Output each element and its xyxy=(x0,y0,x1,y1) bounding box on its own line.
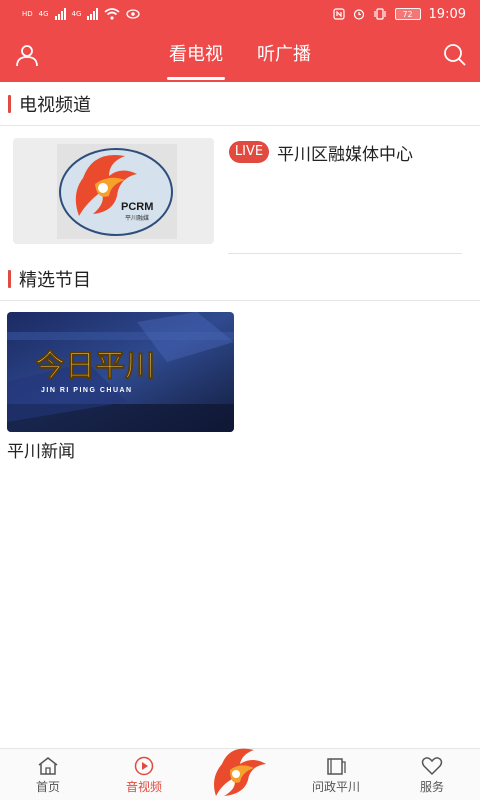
tab-watch-tv[interactable]: 看电视 xyxy=(167,28,225,82)
wifi-icon xyxy=(104,8,120,20)
search-button[interactable] xyxy=(442,42,468,68)
nav-home[interactable]: 首页 xyxy=(8,749,88,800)
nav-audio-video[interactable]: 音视频 xyxy=(104,749,184,800)
nav-ask-government[interactable]: 问政平川 xyxy=(296,749,376,800)
nav-label: 服务 xyxy=(419,780,444,794)
status-right: 72 19:09 xyxy=(332,6,466,22)
section-tv-channels: 电视频道 xyxy=(0,82,480,126)
banner-subtitle: JIN RI PING CHUAN xyxy=(41,387,133,394)
pcrm-logo: PCRM 平川融媒 xyxy=(57,144,177,239)
hd-tag: HD xyxy=(22,9,33,18)
nfc-icon xyxy=(332,8,345,20)
eye-icon xyxy=(126,9,141,19)
section-marker xyxy=(8,94,11,113)
play-icon xyxy=(134,756,154,776)
network-tag-2: 4G xyxy=(71,9,82,18)
media-tabs: 看电视 听广播 xyxy=(0,28,480,82)
channel-thumbnail[interactable]: PCRM 平川融媒 xyxy=(13,138,214,244)
nav-label: 音视频 xyxy=(125,780,162,794)
vibrate-icon xyxy=(373,8,386,20)
nav-label: 首页 xyxy=(35,780,60,794)
signal-icon xyxy=(54,8,66,20)
section-marker xyxy=(8,269,11,288)
channel-item[interactable]: PCRM 平川融媒 LIVE 平川区融媒体中心 xyxy=(0,130,480,254)
book-icon xyxy=(327,758,346,775)
logo-text: PCRM xyxy=(121,201,153,213)
status-bar: HD 4G 4G 72 19:09 xyxy=(0,0,480,28)
search-icon xyxy=(444,44,466,66)
status-left: HD 4G 4G xyxy=(22,8,141,20)
tab-listen-radio[interactable]: 听广播 xyxy=(255,28,313,82)
live-badge: LIVE xyxy=(229,141,269,163)
nav-services[interactable]: 服务 xyxy=(392,749,472,800)
heart-icon xyxy=(421,757,443,776)
program-thumbnail[interactable]: 今日平川 JIN RI PING CHUAN xyxy=(7,312,234,432)
banner-title: 今日平川 xyxy=(35,349,155,384)
program-banner: 今日平川 JIN RI PING CHUAN xyxy=(7,312,234,432)
section-title: 电视频道 xyxy=(19,94,91,116)
battery-icon: 72 xyxy=(394,8,421,20)
network-tag: 4G xyxy=(38,9,49,18)
logo-subtext: 平川融媒 xyxy=(125,214,149,222)
divider xyxy=(228,253,462,254)
section-featured: 精选节目 xyxy=(0,257,480,301)
program-title[interactable]: 平川新闻 xyxy=(7,437,75,462)
center-logo-button[interactable] xyxy=(208,744,272,800)
alarm-icon xyxy=(353,9,364,20)
channel-name[interactable]: 平川区融媒体中心 xyxy=(277,140,413,165)
signal-icon-2 xyxy=(87,8,99,20)
clock: 19:09 xyxy=(428,6,466,22)
home-icon xyxy=(38,757,58,775)
app-logo-icon xyxy=(214,748,266,796)
nav-label: 问政平川 xyxy=(311,780,360,794)
section-title: 精选节目 xyxy=(19,269,91,291)
app-header: 看电视 听广播 xyxy=(0,28,480,82)
